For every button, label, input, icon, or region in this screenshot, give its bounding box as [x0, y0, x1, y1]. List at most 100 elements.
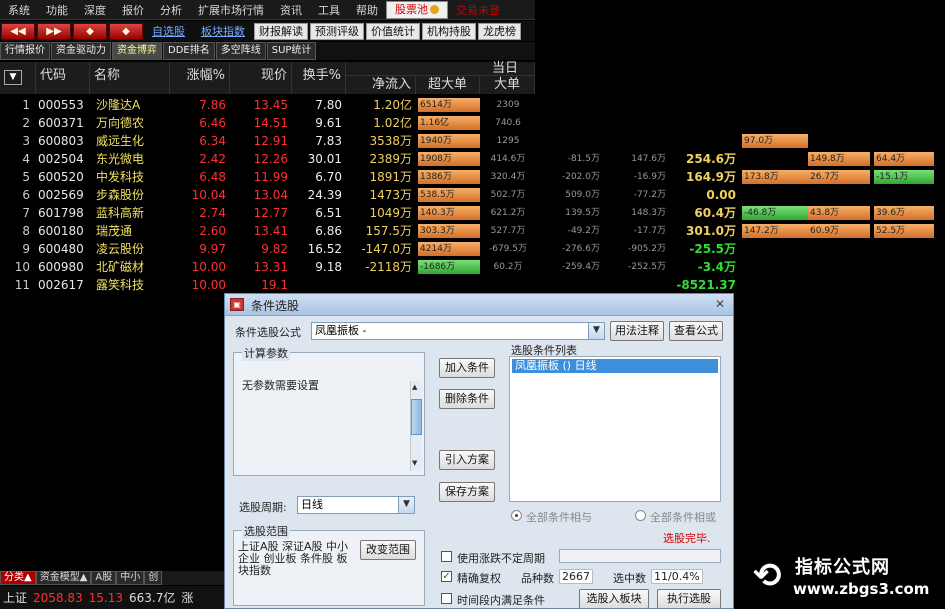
row-menu-cell[interactable]: ▼	[0, 62, 36, 94]
menu-function[interactable]: 功能	[38, 2, 76, 18]
scroll-up-icon[interactable]: ▲	[412, 383, 421, 391]
dragon-tiger-tab[interactable]: 龙虎榜	[478, 22, 521, 40]
radio-and-label: 全部条件相与	[526, 511, 592, 524]
table-row-extension[interactable]: 139.5万 148.3万 60.4万 -46.8万 43.8万 39.6万	[0, 204, 945, 222]
table-row[interactable]: 1 000553 沙隆达A 7.86 13.45 7.80 1.20亿 6514万 2309	[0, 96, 945, 114]
watermark-title: 指标公式网	[795, 557, 890, 578]
stock-terminal-window: 系统 功能 深度 报价 分析 扩展市场行情 资讯 工具 帮助 股票池 交易未登 …	[0, 0, 945, 609]
cell-name: 沙隆达A	[96, 98, 141, 112]
status-tail: 涨	[181, 591, 194, 605]
col-header-super-large[interactable]: 超大单	[416, 76, 480, 94]
chinext-tab[interactable]: 创	[144, 571, 163, 585]
scroll-down-icon[interactable]: ▼	[412, 459, 421, 467]
menu-analysis[interactable]: 分析	[152, 2, 190, 18]
subtab-sup-stats[interactable]: SUP统计	[266, 42, 317, 60]
cell-e: 60.9万	[808, 224, 870, 238]
notification-dot-icon	[430, 5, 439, 14]
menu-system[interactable]: 系统	[0, 2, 38, 18]
table-row-extension[interactable]: -276.6万 -905.2万 -25.5万	[0, 240, 945, 258]
scrollbar-thumb[interactable]	[411, 399, 422, 435]
value-stats-tab[interactable]: 价值统计	[366, 22, 420, 40]
precise-adjust-checkbox[interactable]: ✓	[441, 571, 452, 582]
period-condition-label: 时间段内满足条件	[457, 594, 545, 607]
delete-condition-button[interactable]: 删除条件	[439, 389, 495, 409]
subtab-long-short[interactable]: 多空阵线	[215, 42, 266, 60]
menu-depth[interactable]: 深度	[76, 2, 114, 18]
cell-b: -16.9万	[633, 172, 666, 182]
sme-tab[interactable]: 中小	[116, 571, 145, 585]
params-scrollbar[interactable]: ▲ ▼	[410, 381, 422, 471]
dialog-titlebar[interactable]: ▣ 条件选股 ✕	[225, 294, 733, 316]
nav-button-3[interactable]: ◆	[73, 22, 107, 40]
next-page-button[interactable]: ▶▶	[37, 22, 71, 40]
execute-selection-button[interactable]: 执行选股	[657, 589, 721, 608]
cell-turnover: 7.80	[315, 98, 342, 112]
menu-stock-pool[interactable]: 股票池	[386, 0, 448, 19]
cell-f: 52.5万	[874, 224, 934, 238]
period-value: 日线	[301, 498, 323, 511]
report-interpretation-tab[interactable]: 财报解读	[254, 22, 308, 40]
watchlist-link[interactable]: 自选股	[144, 23, 193, 39]
import-scheme-button[interactable]: 引入方案	[439, 450, 495, 470]
cell-b: -905.2万	[627, 244, 666, 254]
col-header-name[interactable]: 名称	[90, 62, 170, 94]
sector-index-link[interactable]: 板块指数	[193, 23, 253, 39]
radio-and[interactable]	[511, 510, 522, 521]
table-header: ▼ 代码 名称 涨幅% 现价 换手% 净流入 超大单 大单 当日	[0, 62, 945, 94]
cell-large: 740.6	[495, 118, 521, 128]
table-row-extension[interactable]: 97.0万	[0, 132, 945, 150]
category-tab[interactable]: 分类▲	[0, 571, 36, 585]
cell-b: 148.3万	[631, 208, 666, 218]
subtab-quote[interactable]: 行情报价	[0, 42, 50, 60]
period-select[interactable]: 日线 ▼	[297, 496, 415, 514]
condition-list[interactable]: 凤凰振板 () 日线	[509, 356, 721, 502]
menu-tools[interactable]: 工具	[310, 2, 348, 18]
condition-list-item[interactable]: 凤凰振板 () 日线	[512, 359, 718, 373]
formula-select[interactable]: 凤凰振板 - ▼	[311, 322, 605, 340]
range-text: 上证A股 深证A股 中小企业 创业板 条件股 板块指数	[238, 540, 349, 577]
change-range-button[interactable]: 改变范围	[360, 540, 416, 560]
params-text: 无参数需要设置	[242, 379, 319, 392]
table-row-extension[interactable]: -259.4万 -252.5万 -3.4万	[0, 258, 945, 276]
col-header-large[interactable]: 大单	[480, 76, 535, 94]
nav-button-4[interactable]: ◆	[109, 22, 143, 40]
table-row-extension[interactable]: -49.2万 -17.7万 301.0万 147.2万 60.9万 52.5万	[0, 222, 945, 240]
cell-b: -17.7万	[633, 226, 666, 236]
save-scheme-button[interactable]: 保存方案	[439, 482, 495, 502]
params-group: 计算参数 无参数需要设置 ▲ ▼	[233, 345, 425, 476]
menu-quote[interactable]: 报价	[114, 2, 152, 18]
col-header-change[interactable]: 涨幅%	[170, 62, 230, 94]
menu-help[interactable]: 帮助	[348, 2, 386, 18]
unfixed-period-checkbox[interactable]	[441, 551, 452, 562]
menu-trade-login[interactable]: 交易未登	[448, 2, 508, 18]
menu-extended-market[interactable]: 扩展市场行情	[190, 2, 272, 18]
table-row-extension[interactable]: 509.0万 -77.2万 0.00	[0, 186, 945, 204]
subtab-fund-driver[interactable]: 资金驱动力	[51, 42, 111, 60]
col-header-net-inflow[interactable]: 净流入	[346, 76, 416, 94]
col-header-price[interactable]: 现价	[230, 62, 292, 94]
close-icon[interactable]: ✕	[715, 297, 725, 311]
save-to-block-button[interactable]: 选股入板块	[579, 589, 649, 608]
period-condition-checkbox[interactable]	[441, 593, 452, 604]
a-share-tab[interactable]: A股	[91, 571, 117, 585]
col-header-turnover[interactable]: 换手%	[292, 62, 346, 94]
forecast-rating-tab[interactable]: 预测评级	[310, 22, 364, 40]
table-row-extension[interactable]: -202.0万 -16.9万 164.9万 173.8万 26.7万 -15.1万	[0, 168, 945, 186]
col-header-code[interactable]: 代码	[36, 62, 90, 94]
menu-news[interactable]: 资讯	[272, 2, 310, 18]
usage-notes-button[interactable]: 用法注释	[610, 321, 664, 341]
subtab-fund-game[interactable]: 资金博弈	[112, 42, 162, 60]
count-label: 品种数	[521, 572, 554, 585]
table-row-extension[interactable]: -81.5万 147.6万 254.6万 149.8万 64.4万	[0, 150, 945, 168]
view-formula-button[interactable]: 查看公式	[669, 321, 723, 341]
prev-page-button[interactable]: ◀◀	[1, 22, 35, 40]
cell-c: 254.6万	[686, 152, 736, 166]
radio-or[interactable]	[635, 510, 646, 521]
add-condition-button[interactable]: 加入条件	[439, 358, 495, 378]
row-number: 1	[22, 98, 30, 112]
subtab-dde-rank[interactable]: DDE排名	[163, 42, 215, 60]
bottom-category-bar: 分类▲ 资金模型▲ A股 中小 创	[0, 571, 240, 585]
table-row[interactable]: 2 600371 万向德农 6.46 14.51 9.61 1.02亿 1.16亿 740.6	[0, 114, 945, 132]
fund-model-tab[interactable]: 资金模型▲	[35, 571, 92, 585]
institution-holdings-tab[interactable]: 机构持股	[422, 22, 476, 40]
